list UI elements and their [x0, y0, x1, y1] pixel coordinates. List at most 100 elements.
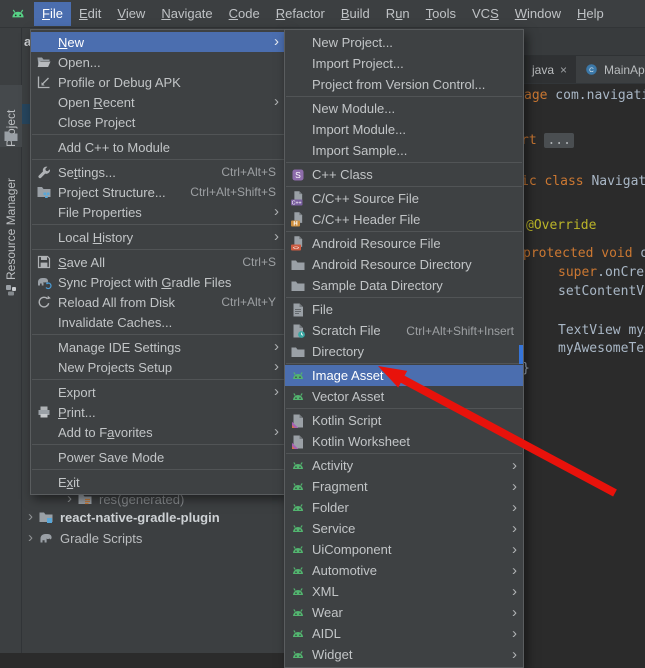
new-submenu-item-kotlin-worksheet[interactable]: Kotlin Worksheet	[285, 431, 523, 452]
menu-item-label: C/C++ Source File	[312, 191, 419, 206]
new-submenu-item-directory[interactable]: Directory	[285, 341, 523, 362]
menubar-item-vcs[interactable]: VCS	[464, 2, 507, 26]
file-menu-item-add-c-to-module[interactable]: Add C++ to Module	[31, 137, 285, 157]
submenu-arrow-icon: ›	[507, 460, 517, 472]
file-menu-item-sync-project-with-gradle-files[interactable]: Sync Project with Gradle Files	[31, 272, 285, 292]
new-submenu-item-new-project[interactable]: New Project...	[285, 32, 523, 53]
resource-manager-icon	[3, 282, 19, 298]
tab-close-icon[interactable]: ×	[560, 63, 567, 77]
menu-item-label: Power Save Mode	[58, 450, 164, 465]
editor-tab-java[interactable]: java×	[523, 56, 576, 83]
new-submenu-item-service[interactable]: Service›	[285, 518, 523, 539]
new-submenu-item-aidl[interactable]: AIDL›	[285, 623, 523, 644]
menu-separator	[286, 96, 522, 97]
tree-row-gradle-scripts[interactable]: ›Gradle Scripts	[28, 529, 142, 547]
menu-item-label: File	[312, 302, 333, 317]
new-submenu-item-activity[interactable]: Activity›	[285, 455, 523, 476]
new-submenu-item-kotlin-script[interactable]: Kotlin Script	[285, 410, 523, 431]
menu-item-label: Sync Project with Gradle Files	[58, 275, 231, 290]
new-submenu-item-android-resource-file[interactable]: <>Android Resource File	[285, 233, 523, 254]
menu-item-label: Add C++ to Module	[58, 140, 170, 155]
new-submenu-item-uicomponent[interactable]: UiComponent›	[285, 539, 523, 560]
new-submenu-item-import-sample[interactable]: Import Sample...	[285, 140, 523, 161]
new-submenu-item-widget[interactable]: Widget›	[285, 644, 523, 665]
menubar-item-run[interactable]: Run	[378, 2, 418, 26]
new-submenu-item-scratch-file[interactable]: Scratch FileCtrl+Alt+Shift+Insert	[285, 320, 523, 341]
new-submenu-item-wear[interactable]: Wear›	[285, 602, 523, 623]
new-submenu-item-sample-data-directory[interactable]: Sample Data Directory	[285, 275, 523, 296]
editor-tab-mainapp[interactable]: CMainApp	[576, 56, 645, 83]
menu-icon-spacer	[36, 474, 52, 490]
new-submenu-item-image-asset[interactable]: Image Asset	[285, 365, 523, 386]
menubar-item-code[interactable]: Code	[221, 2, 268, 26]
new-submenu-item-xml[interactable]: XML›	[285, 581, 523, 602]
new-submenu-item-android-resource-directory[interactable]: Android Resource Directory	[285, 254, 523, 275]
menu-separator	[32, 249, 284, 250]
file-menu-item-exit[interactable]: Exit	[31, 472, 285, 492]
file-menu-item-new-projects-setup[interactable]: New Projects Setup›	[31, 357, 285, 377]
file-menu-item-manage-ide-settings[interactable]: Manage IDE Settings›	[31, 337, 285, 357]
new-submenu-item-c-class[interactable]: SC++ Class	[285, 164, 523, 185]
file-menu-item-print[interactable]: Print...	[31, 402, 285, 422]
file-menu-item-open-recent[interactable]: Open Recent›	[31, 92, 285, 112]
android-icon	[290, 626, 306, 642]
new-submenu-item-import-project[interactable]: Import Project...	[285, 53, 523, 74]
new-submenu-item-vector-asset[interactable]: Vector Asset	[285, 386, 523, 407]
menu-icon-spacer	[36, 314, 52, 330]
menu-separator	[286, 162, 522, 163]
menu-item-label: Wear	[312, 605, 343, 620]
tree-row-react-native-gradle-plugin[interactable]: ›react-native-gradle-plugin	[28, 508, 220, 526]
file-menu-item-profile-or-debug-apk[interactable]: Profile or Debug APK	[31, 72, 285, 92]
file-menu-item-invalidate-caches[interactable]: Invalidate Caches...	[31, 312, 285, 332]
menubar-item-edit[interactable]: Edit	[71, 2, 109, 26]
menu-item-label: Fragment	[312, 479, 368, 494]
menu-item-label: Service	[312, 521, 355, 536]
file-menu-item-close-project[interactable]: Close Project	[31, 112, 285, 132]
file-menu-item-add-to-favorites[interactable]: Add to Favorites›	[31, 422, 285, 442]
menu-item-label: Exit	[58, 475, 80, 490]
file-menu-item-project-structure[interactable]: Project Structure...Ctrl+Alt+Shift+S	[31, 182, 285, 202]
file-menu-item-settings[interactable]: Settings...Ctrl+Alt+S	[31, 162, 285, 182]
menubar-item-view[interactable]: View	[109, 2, 153, 26]
new-submenu-item-project-from-version-control[interactable]: Project from Version Control...	[285, 74, 523, 95]
new-submenu-item-fragment[interactable]: Fragment›	[285, 476, 523, 497]
menubar-item-refactor[interactable]: Refactor	[268, 2, 333, 26]
tree-expand-chevron-icon[interactable]: ›	[28, 510, 33, 524]
file-icon	[290, 302, 306, 318]
menu-item-label: Sample Data Directory	[312, 278, 443, 293]
file-menu-item-save-all[interactable]: Save AllCtrl+S	[31, 252, 285, 272]
menubar-item-window[interactable]: Window	[507, 2, 569, 26]
menubar-item-build[interactable]: Build	[333, 2, 378, 26]
file-menu-item-power-save-mode[interactable]: Power Save Mode	[31, 447, 285, 467]
new-submenu-item-new-module[interactable]: New Module...	[285, 98, 523, 119]
file-menu-item-open[interactable]: Open...	[31, 52, 285, 72]
new-submenu-item-file[interactable]: File	[285, 299, 523, 320]
file-menu-item-export[interactable]: Export›	[31, 382, 285, 402]
menubar-item-file[interactable]: File	[34, 2, 71, 26]
new-submenu-item-c-c-header-file[interactable]: HC/C++ Header File	[285, 209, 523, 230]
menu-icon-spacer	[36, 139, 52, 155]
menu-item-label: Close Project	[58, 115, 135, 130]
menu-item-label: New Project...	[312, 35, 393, 50]
new-submenu-item-c-c-source-file[interactable]: C++ C/C++ Source File	[285, 188, 523, 209]
menubar-item-navigate[interactable]: Navigate	[153, 2, 220, 26]
menu-item-label: Import Sample...	[312, 143, 407, 158]
new-submenu-item-folder[interactable]: Folder›	[285, 497, 523, 518]
new-submenu-item-import-module[interactable]: Import Module...	[285, 119, 523, 140]
file-menu-item-file-properties[interactable]: File Properties›	[31, 202, 285, 222]
tool-window-tab-resource-manager[interactable]: Resource Manager	[0, 168, 22, 280]
menu-item-label: Profile or Debug APK	[58, 75, 181, 90]
tool-window-strip: ProjectResource Manager	[0, 28, 22, 653]
file-menu-item-local-history[interactable]: Local History ›	[31, 227, 285, 247]
menubar-item-help[interactable]: Help	[569, 2, 612, 26]
new-submenu-item-automotive[interactable]: Automotive›	[285, 560, 523, 581]
submenu-arrow-icon: ›	[269, 231, 279, 243]
svg-text:C++: C++	[292, 200, 302, 206]
menubar-item-tools[interactable]: Tools	[418, 2, 464, 26]
file-menu-item-new[interactable]: New›	[31, 32, 285, 52]
tree-expand-chevron-icon[interactable]: ›	[28, 531, 33, 545]
menu-item-label: Local History	[58, 230, 133, 245]
file-menu-item-reload-all-from-disk[interactable]: Reload All from DiskCtrl+Alt+Y	[31, 292, 285, 312]
android-studio-logo-icon	[8, 5, 28, 23]
class-circle-icon: C	[585, 63, 598, 76]
